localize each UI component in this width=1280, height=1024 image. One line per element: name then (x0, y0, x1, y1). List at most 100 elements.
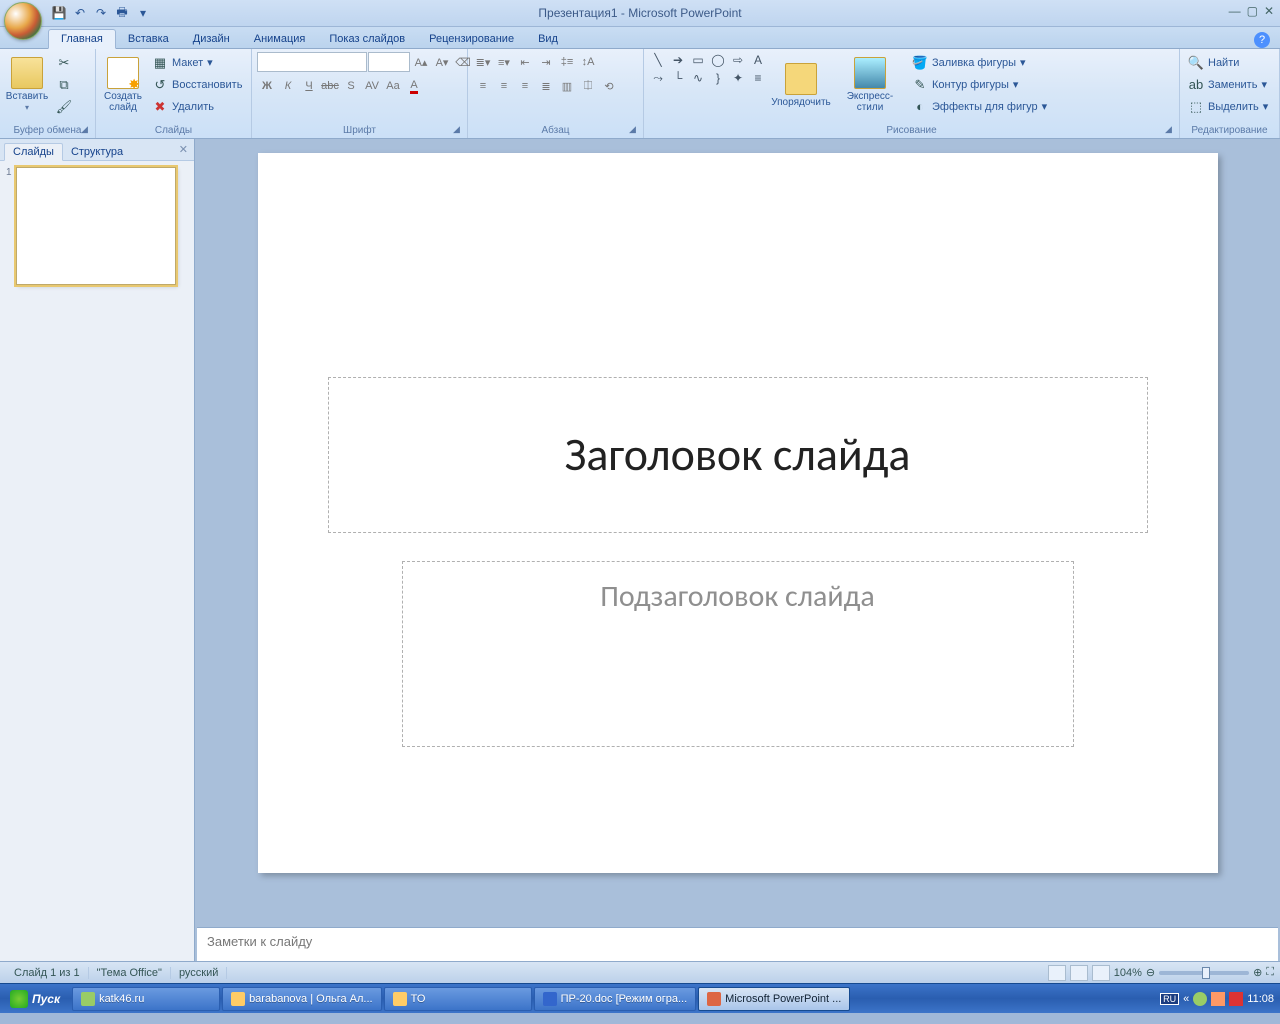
shape-more-icon[interactable]: ≡ (749, 70, 767, 86)
shape-line-icon[interactable]: ╲ (649, 52, 667, 68)
tab-home[interactable]: Главная (48, 29, 116, 49)
text-direction-button[interactable]: ↕A (578, 52, 598, 72)
zoom-slider[interactable] (1159, 971, 1249, 975)
language-indicator[interactable]: RU (1160, 993, 1179, 1005)
grow-font-button[interactable]: A▴ (411, 52, 431, 72)
replace-button[interactable]: abЗаменить ▾ (1185, 74, 1271, 95)
subtitle-placeholder[interactable]: Подзаголовок слайда (402, 561, 1074, 747)
align-center-button[interactable]: ≡ (494, 76, 514, 96)
tray-icon[interactable] (1193, 992, 1207, 1006)
tab-animation[interactable]: Анимация (242, 30, 318, 48)
shape-arrow-icon[interactable]: ➔ (669, 52, 687, 68)
tab-review[interactable]: Рецензирование (417, 30, 526, 48)
shape-fill-button[interactable]: 🪣Заливка фигуры ▾ (909, 52, 1050, 73)
taskbar-item-folder2[interactable]: ТО (384, 987, 532, 1011)
line-spacing-button[interactable]: ‡≡ (557, 52, 577, 72)
shape-connector-icon[interactable]: ⤳ (649, 70, 667, 86)
bold-button[interactable]: Ж (257, 76, 277, 96)
cut-button[interactable]: ✂ (53, 52, 75, 73)
taskbar-item-folder1[interactable]: barabanova | Ольга Ал... (222, 987, 382, 1011)
tray-icon[interactable] (1229, 992, 1243, 1006)
print-icon[interactable]: 🖶 (113, 4, 131, 22)
shape-brace-icon[interactable]: } (709, 70, 727, 86)
select-button[interactable]: ⬚Выделить ▾ (1185, 96, 1271, 117)
shape-arrowblock-icon[interactable]: ⇨ (729, 52, 747, 68)
shape-oval-icon[interactable]: ◯ (709, 52, 727, 68)
save-icon[interactable]: 💾 (50, 4, 68, 22)
arrange-button[interactable]: Упорядочить (771, 52, 831, 118)
minimize-icon[interactable]: — (1229, 4, 1241, 18)
tab-insert[interactable]: Вставка (116, 30, 181, 48)
taskbar-item-browser[interactable]: katk46.ru (72, 987, 220, 1011)
tab-slideshow[interactable]: Показ слайдов (317, 30, 417, 48)
font-size-combo[interactable] (368, 52, 410, 72)
increase-indent-button[interactable]: ⇥ (536, 52, 556, 72)
title-placeholder[interactable]: Заголовок слайда (328, 377, 1148, 533)
zoom-in-button[interactable]: ⊕ (1253, 966, 1262, 979)
thumbnail-preview[interactable] (16, 167, 176, 285)
shape-elbow-icon[interactable]: └ (669, 70, 687, 86)
sorter-view-button[interactable] (1070, 965, 1088, 981)
layout-button[interactable]: ▦Макет ▾ (149, 52, 245, 73)
panel-tab-outline[interactable]: Структура (63, 144, 131, 160)
shapes-gallery[interactable]: ╲ ➔ ▭ ◯ ⇨ A ⤳ └ ∿ } ✦ ≡ (649, 52, 767, 86)
drawing-launcher-icon[interactable]: ◢ (1165, 124, 1177, 136)
delete-button[interactable]: ✖Удалить (149, 96, 245, 117)
zoom-level[interactable]: 104% (1114, 967, 1142, 979)
numbering-button[interactable]: ≡▾ (494, 52, 514, 72)
copy-button[interactable]: ⧉ (53, 74, 75, 95)
font-family-combo[interactable] (257, 52, 367, 72)
canvas-area[interactable]: Заголовок слайда Подзаголовок слайда (195, 139, 1280, 927)
shape-outline-button[interactable]: ✎Контур фигуры ▾ (909, 74, 1050, 95)
shape-textbox-icon[interactable]: A (749, 52, 767, 68)
decrease-indent-button[interactable]: ⇤ (515, 52, 535, 72)
reset-button[interactable]: ↺Восстановить (149, 74, 245, 95)
taskbar-item-word[interactable]: ПР-20.doc [Режим огра... (534, 987, 697, 1011)
restore-icon[interactable]: ▢ (1247, 4, 1258, 18)
shrink-font-button[interactable]: A▾ (432, 52, 452, 72)
shape-rect-icon[interactable]: ▭ (689, 52, 707, 68)
tray-expand-icon[interactable]: « (1183, 993, 1189, 1005)
shadow-button[interactable]: S (341, 76, 361, 96)
clipboard-launcher-icon[interactable]: ◢ (81, 124, 93, 136)
normal-view-button[interactable] (1048, 965, 1066, 981)
fit-window-button[interactable]: ⛶ (1266, 966, 1274, 979)
clock[interactable]: 11:08 (1247, 993, 1274, 1005)
slideshow-view-button[interactable] (1092, 965, 1110, 981)
format-painter-button[interactable]: 🖌 (53, 96, 75, 117)
tab-design[interactable]: Дизайн (181, 30, 242, 48)
bullets-button[interactable]: ≣▾ (473, 52, 493, 72)
office-button[interactable] (4, 2, 42, 40)
char-spacing-button[interactable]: AV (362, 76, 382, 96)
zoom-thumb[interactable] (1202, 967, 1210, 979)
font-launcher-icon[interactable]: ◢ (453, 124, 465, 136)
status-language[interactable]: русский (171, 967, 227, 979)
change-case-button[interactable]: Aa (383, 76, 403, 96)
new-slide-button[interactable]: ✸ Создать слайд (101, 52, 145, 118)
paste-button[interactable]: Вставить ▾ (5, 52, 49, 118)
taskbar-item-powerpoint[interactable]: Microsoft PowerPoint ... (698, 987, 850, 1011)
undo-icon[interactable]: ↶ (71, 4, 89, 22)
start-button[interactable]: Пуск (0, 985, 70, 1013)
slide-canvas[interactable]: Заголовок слайда Подзаголовок слайда (258, 153, 1218, 873)
smartart-button[interactable]: ⟲ (599, 76, 619, 96)
notes-pane[interactable]: Заметки к слайду (197, 927, 1278, 961)
close-icon[interactable]: ✕ (1264, 4, 1274, 18)
thumbnail-item[interactable]: 1 (6, 167, 188, 285)
strike-button[interactable]: abc (320, 76, 340, 96)
underline-button[interactable]: Ч (299, 76, 319, 96)
panel-close-icon[interactable]: ✕ (179, 143, 188, 156)
justify-button[interactable]: ≣ (536, 76, 556, 96)
paragraph-launcher-icon[interactable]: ◢ (629, 124, 641, 136)
zoom-out-button[interactable]: ⊖ (1146, 966, 1155, 979)
tray-icon[interactable] (1211, 992, 1225, 1006)
italic-button[interactable]: К (278, 76, 298, 96)
quick-styles-button[interactable]: Экспресс-стили (835, 52, 905, 118)
redo-icon[interactable]: ↷ (92, 4, 110, 22)
panel-tab-slides[interactable]: Слайды (4, 143, 63, 161)
font-color-button[interactable]: A (404, 76, 424, 96)
columns-button[interactable]: ▥ (557, 76, 577, 96)
align-right-button[interactable]: ≡ (515, 76, 535, 96)
shape-star-icon[interactable]: ✦ (729, 70, 747, 86)
help-icon[interactable]: ? (1254, 32, 1270, 48)
